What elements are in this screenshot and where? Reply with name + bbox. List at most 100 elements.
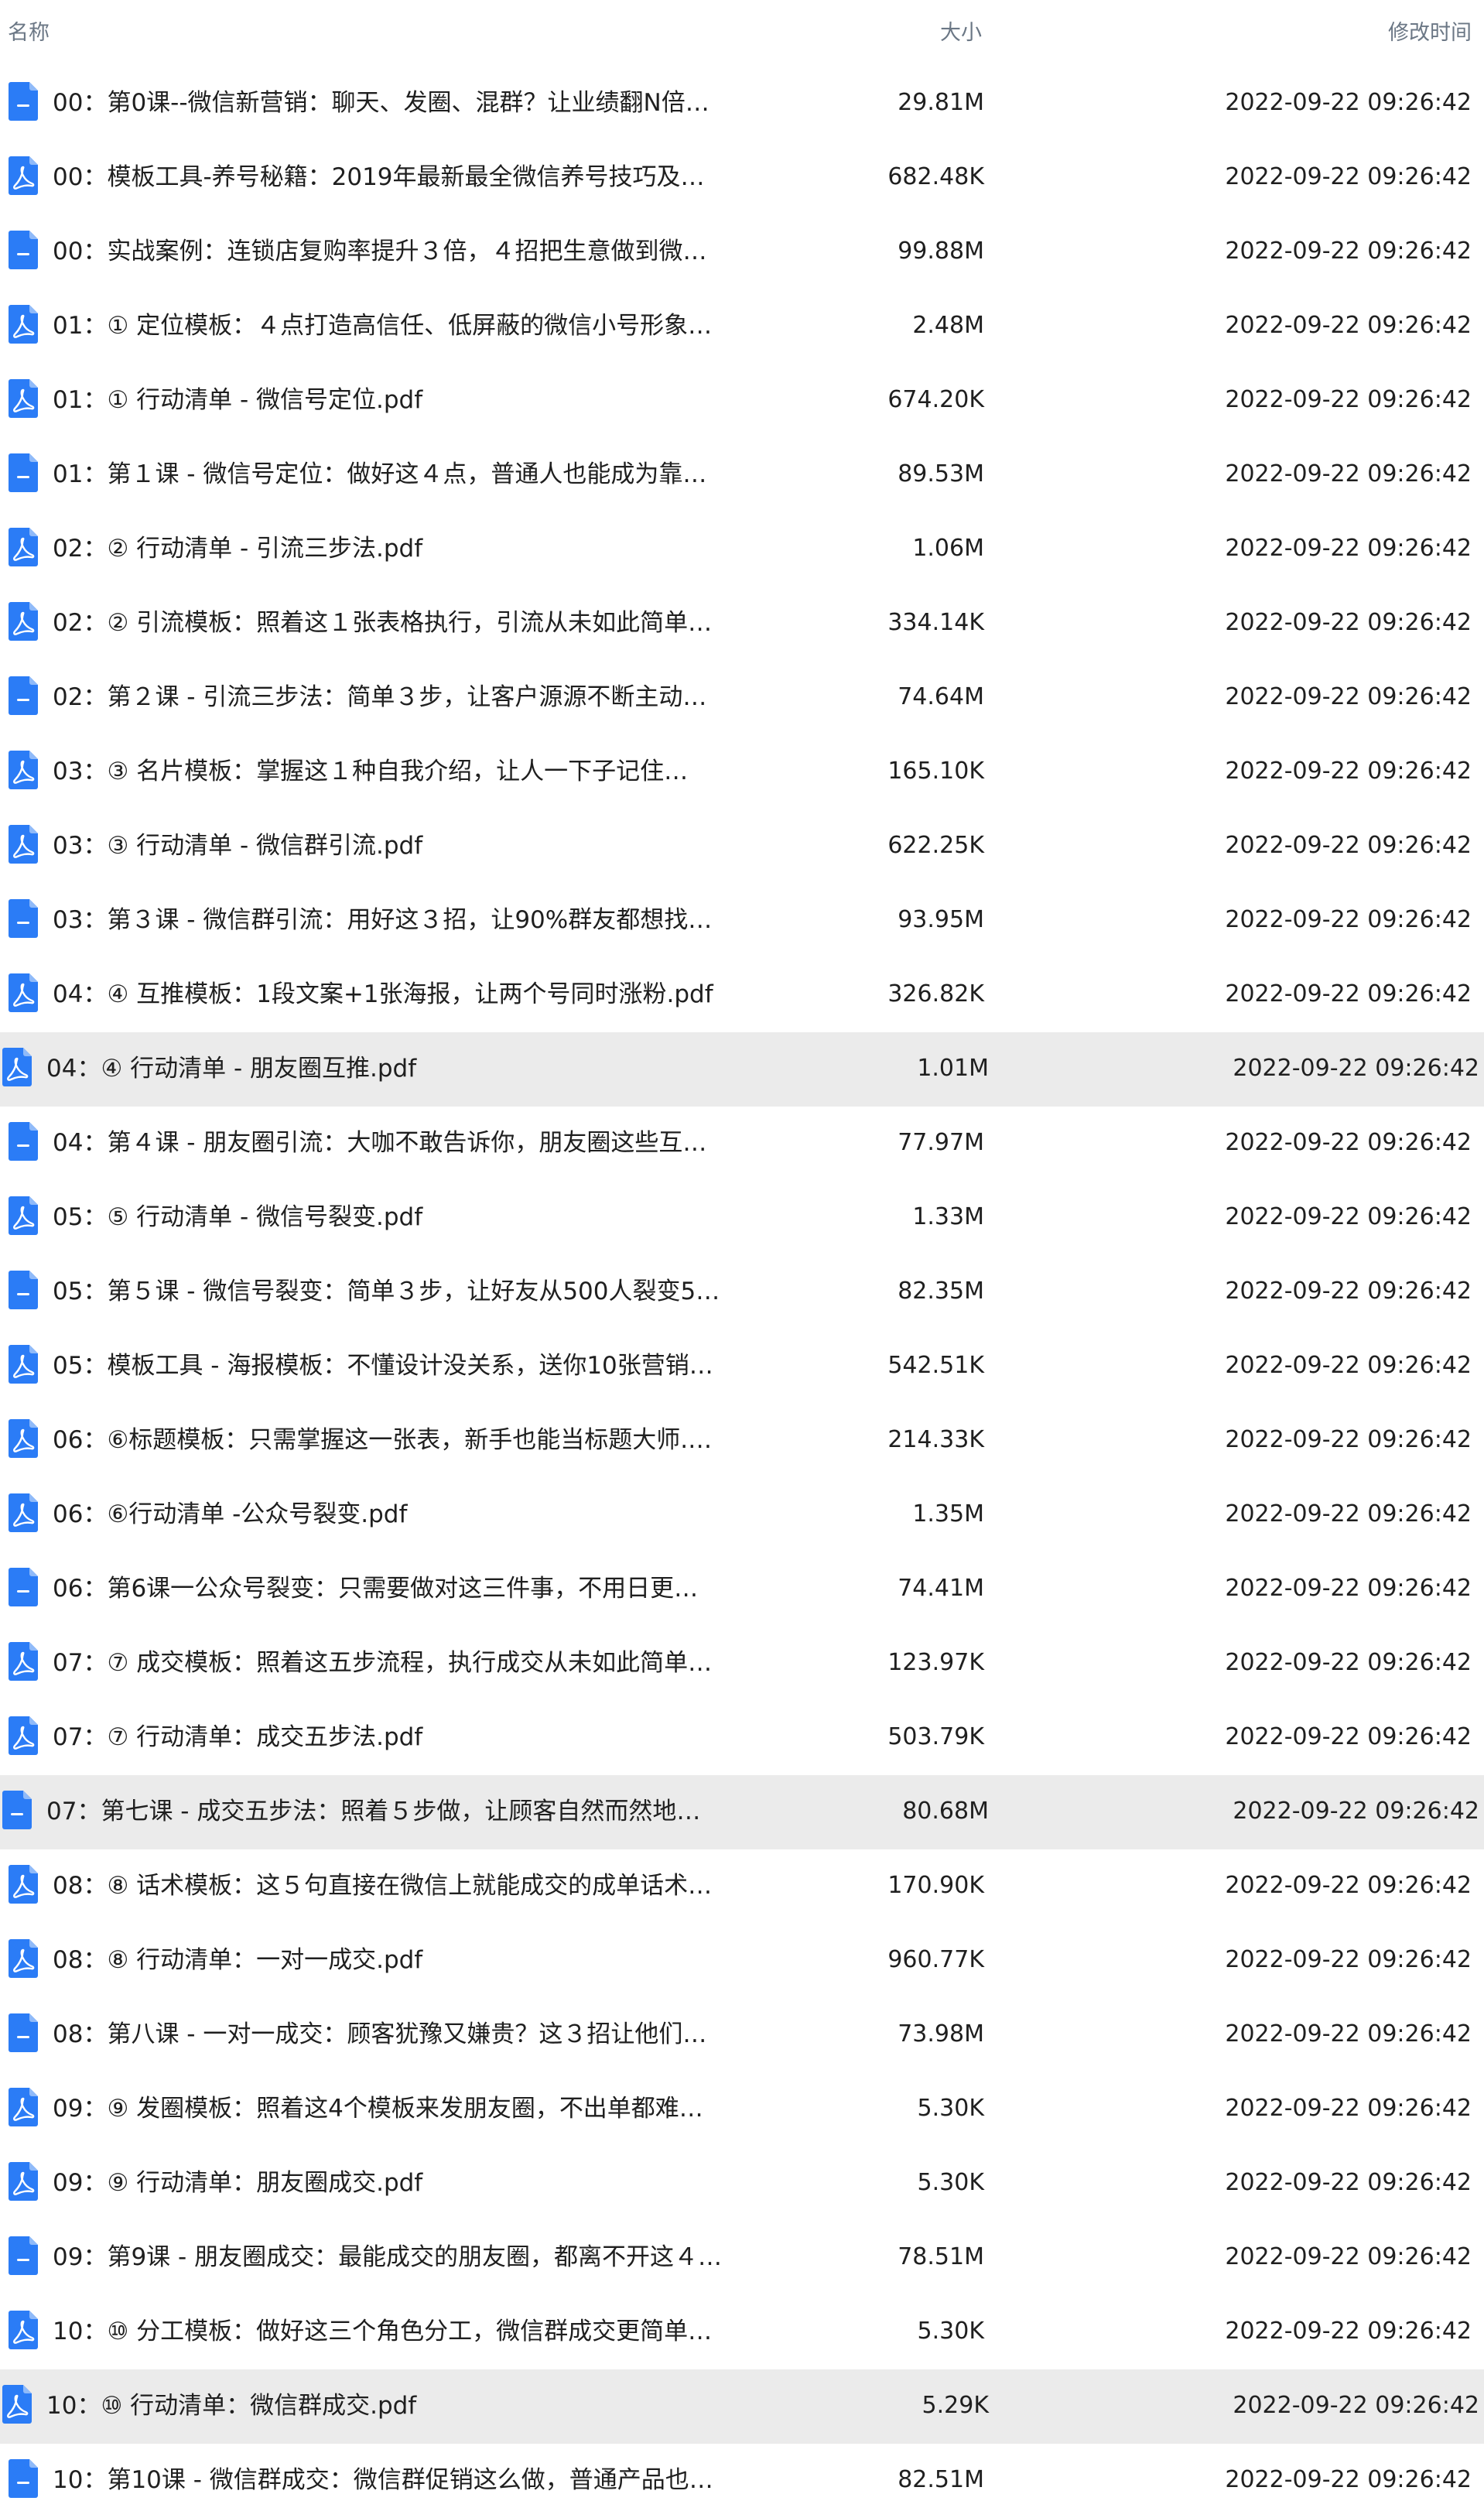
- file-row[interactable]: 10：⑩ 分工模板：做好这三个角色分工，微信群成交更简单… 5.30K 2022…: [0, 2295, 1484, 2369]
- file-modified-time: 2022-09-22 09:26:42: [1225, 2243, 1472, 2270]
- pdf-icon: [9, 1642, 38, 1681]
- file-name: 05：⑤ 行动清单 - 微信号裂变.pdf: [53, 1203, 423, 1231]
- file-size: 29.81M: [898, 89, 984, 116]
- file-name: 03：第３课 - 微信群引流：用好这３招，让90%群友都想找…: [53, 906, 713, 934]
- file-size: 1.33M: [912, 1203, 984, 1230]
- file-modified-time: 2022-09-22 09:26:42: [1225, 1500, 1472, 1528]
- file-name: 06：第6课一公众号裂变：只需要做对这三件事，不用日更…: [53, 1575, 699, 1603]
- file-row[interactable]: 03：③ 名片模板：掌握这１种自我介绍，让人一下子记住… 165.10K 202…: [0, 735, 1484, 809]
- file-row[interactable]: 06：第6课一公众号裂变：只需要做对这三件事，不用日更… 74.41M 2022…: [0, 1552, 1484, 1627]
- file-row[interactable]: 06：⑥标题模板：只需掌握这一张表，新手也能当标题大师.… 214.33K 20…: [0, 1404, 1484, 1478]
- file-row[interactable]: 00：实战案例：连锁店复购率提升３倍，４招把生意做到微… 99.88M 2022…: [0, 215, 1484, 289]
- file-row[interactable]: 10：⑩ 行动清单：微信群成交.pdf 5.29K 2022-09-22 09:…: [0, 2369, 1484, 2444]
- pdf-icon: [9, 156, 38, 195]
- file-row[interactable]: 00：模板工具-养号秘籍：2019年最新最全微信养号技巧及… 682.48K 2…: [0, 141, 1484, 215]
- file-row[interactable]: 07：⑦ 行动清单：成交五步法.pdf 503.79K 2022-09-22 0…: [0, 1701, 1484, 1775]
- file-size: 77.97M: [898, 1129, 984, 1156]
- pdf-icon: [9, 973, 38, 1012]
- file-row[interactable]: 09：⑨ 发圈模板：照着这4个模板来发朋友圈，不出单都难… 5.30K 2022…: [0, 2072, 1484, 2147]
- file-row[interactable]: 10：第10课 - 微信群成交：微信群促销这么做，普通产品也… 82.51M 2…: [0, 2444, 1484, 2518]
- file-size: 74.41M: [898, 1575, 984, 1602]
- file-row[interactable]: 07：第七课 - 成交五步法：照着５步做，让顾客自然而然地… 80.68M 20…: [0, 1775, 1484, 1849]
- doc-icon: [9, 899, 38, 938]
- file-row[interactable]: 00：第0课--微信新营销：聊天、发圈、混群？让业绩翻N倍… 29.81M 20…: [0, 67, 1484, 141]
- file-row[interactable]: 05：模板工具 - 海报模板：不懂设计没关系，送你10张营销… 542.51K …: [0, 1329, 1484, 1404]
- file-modified-time: 2022-09-22 09:26:42: [1225, 832, 1472, 859]
- file-row[interactable]: 08：⑧ 行动清单：一对一成交.pdf 960.77K 2022-09-22 0…: [0, 1924, 1484, 1998]
- file-modified-time: 2022-09-22 09:26:42: [1225, 980, 1472, 1008]
- pdf-icon: [9, 1419, 38, 1458]
- file-row[interactable]: 08：⑧ 话术模板：这５句直接在微信上就能成交的成单话术… 170.90K 20…: [0, 1849, 1484, 1924]
- column-header-modified[interactable]: 修改时间: [1388, 15, 1472, 46]
- file-modified-time: 2022-09-22 09:26:42: [1225, 238, 1472, 265]
- file-modified-time: 2022-09-22 09:26:42: [1225, 89, 1472, 116]
- file-row[interactable]: 01：① 行动清单 - 微信号定位.pdf 674.20K 2022-09-22…: [0, 364, 1484, 438]
- file-name: 02：② 行动清单 - 引流三步法.pdf: [53, 535, 423, 563]
- file-row[interactable]: 07：⑦ 成交模板：照着这五步流程，执行成交从未如此简单… 123.97K 20…: [0, 1627, 1484, 1701]
- file-name: 10：⑩ 分工模板：做好这三个角色分工，微信群成交更简单…: [53, 2318, 713, 2345]
- file-row[interactable]: 02：② 行动清单 - 引流三步法.pdf 1.06M 2022-09-22 0…: [0, 512, 1484, 587]
- file-size: 1.06M: [912, 535, 984, 562]
- pdf-icon: [9, 1196, 38, 1235]
- column-header-size[interactable]: 大小: [928, 15, 993, 46]
- file-modified-time: 2022-09-22 09:26:42: [1225, 1575, 1472, 1602]
- file-row[interactable]: 04：第４课 - 朋友圈引流：大咖不敢告诉你，朋友圈这些互… 77.97M 20…: [0, 1107, 1484, 1181]
- doc-icon: [2, 1791, 32, 1829]
- pdf-icon: [9, 825, 38, 864]
- file-name: 07：第七课 - 成交五步法：照着５步做，让顾客自然而然地…: [46, 1798, 701, 1825]
- file-size: 542.51K: [887, 1352, 984, 1379]
- file-modified-time: 2022-09-22 09:26:42: [1225, 1352, 1472, 1379]
- file-size: 165.10K: [887, 758, 984, 785]
- file-list: 名称 大小 修改时间 00：第0课--微信新营销：聊天、发圈、混群？让业绩翻N倍…: [0, 0, 1484, 2513]
- list-header: 名称 大小 修改时间: [0, 0, 1484, 62]
- file-size: 1.01M: [917, 1055, 989, 1082]
- file-row[interactable]: 05：第５课 - 微信号裂变：简单３步，让好友从500人裂变5… 82.35M …: [0, 1255, 1484, 1329]
- file-name: 04：第４课 - 朋友圈引流：大咖不敢告诉你，朋友圈这些互…: [53, 1129, 707, 1157]
- file-size: 682.48K: [887, 163, 984, 190]
- column-header-name[interactable]: 名称: [8, 15, 50, 46]
- file-name: 09：⑨ 发圈模板：照着这4个模板来发朋友圈，不出单都难…: [53, 2095, 703, 2123]
- file-row[interactable]: 02：② 引流模板：照着这１张表格执行，引流从未如此简单… 334.14K 20…: [0, 587, 1484, 661]
- file-row[interactable]: 03：第３课 - 微信群引流：用好这３招，让90%群友都想找… 93.95M 2…: [0, 884, 1484, 958]
- file-row[interactable]: 05：⑤ 行动清单 - 微信号裂变.pdf 1.33M 2022-09-22 0…: [0, 1181, 1484, 1255]
- file-name: 03：③ 名片模板：掌握这１种自我介绍，让人一下子记住…: [53, 758, 689, 785]
- file-modified-time: 2022-09-22 09:26:42: [1233, 2392, 1479, 2419]
- pdf-icon: [9, 1493, 38, 1532]
- doc-icon: [9, 2013, 38, 2052]
- file-modified-time: 2022-09-22 09:26:42: [1225, 2466, 1472, 2493]
- file-name: 04：④ 行动清单 - 朋友圈互推.pdf: [46, 1055, 417, 1083]
- file-size: 334.14K: [887, 609, 984, 636]
- doc-icon: [9, 82, 38, 121]
- file-size: 73.98M: [898, 2020, 984, 2048]
- file-row[interactable]: 09：⑨ 行动清单：朋友圈成交.pdf 5.30K 2022-09-22 09:…: [0, 2147, 1484, 2221]
- file-modified-time: 2022-09-22 09:26:42: [1225, 1129, 1472, 1156]
- pdf-icon: [9, 751, 38, 789]
- doc-icon: [9, 676, 38, 715]
- file-row[interactable]: 01：第１课 - 微信号定位：做好这４点，普通人也能成为靠… 89.53M 20…: [0, 438, 1484, 512]
- file-row[interactable]: 02：第２课 - 引流三步法：简单３步，让客户源源不断主动… 74.64M 20…: [0, 661, 1484, 735]
- file-row[interactable]: 08：第八课 - 一对一成交：顾客犹豫又嫌贵？这３招让他们… 73.98M 20…: [0, 1998, 1484, 2072]
- file-name: 08：⑧ 行动清单：一对一成交.pdf: [53, 1946, 423, 1974]
- file-row[interactable]: 09：第9课 - 朋友圈成交：最能成交的朋友圈，都离不开这４… 78.51M 2…: [0, 2221, 1484, 2295]
- file-name: 01：第１课 - 微信号定位：做好这４点，普通人也能成为靠…: [53, 460, 707, 488]
- doc-icon: [9, 2236, 38, 2275]
- file-row[interactable]: 03：③ 行动清单 - 微信群引流.pdf 622.25K 2022-09-22…: [0, 809, 1484, 884]
- file-size: 89.53M: [898, 460, 984, 488]
- file-size: 170.90K: [887, 1872, 984, 1899]
- file-modified-time: 2022-09-22 09:26:42: [1233, 1055, 1479, 1082]
- file-modified-time: 2022-09-22 09:26:42: [1225, 1426, 1472, 1453]
- file-name: 00：模板工具-养号秘籍：2019年最新最全微信养号技巧及…: [53, 163, 705, 191]
- file-size: 214.33K: [887, 1426, 984, 1453]
- file-size: 123.97K: [887, 1649, 984, 1676]
- file-name: 01：① 定位模板：４点打造高信任、低屏蔽的微信小号形象…: [53, 312, 713, 340]
- file-row[interactable]: 06：⑥行动清单 -公众号裂变.pdf 1.35M 2022-09-22 09:…: [0, 1478, 1484, 1552]
- file-row[interactable]: 01：① 定位模板：４点打造高信任、低屏蔽的微信小号形象… 2.48M 2022…: [0, 289, 1484, 364]
- pdf-icon: [9, 528, 38, 566]
- file-row[interactable]: 04：④ 互推模板：1段文案+1张海报，让两个号同时涨粉.pdf 326.82K…: [0, 958, 1484, 1032]
- file-name: 04：④ 互推模板：1段文案+1张海报，让两个号同时涨粉.pdf: [53, 980, 713, 1008]
- file-row[interactable]: 04：④ 行动清单 - 朋友圈互推.pdf 1.01M 2022-09-22 0…: [0, 1032, 1484, 1107]
- file-size: 2.48M: [912, 312, 984, 339]
- file-modified-time: 2022-09-22 09:26:42: [1225, 1278, 1472, 1305]
- file-modified-time: 2022-09-22 09:26:42: [1225, 1649, 1472, 1676]
- file-name: 06：⑥行动清单 -公众号裂变.pdf: [53, 1500, 408, 1528]
